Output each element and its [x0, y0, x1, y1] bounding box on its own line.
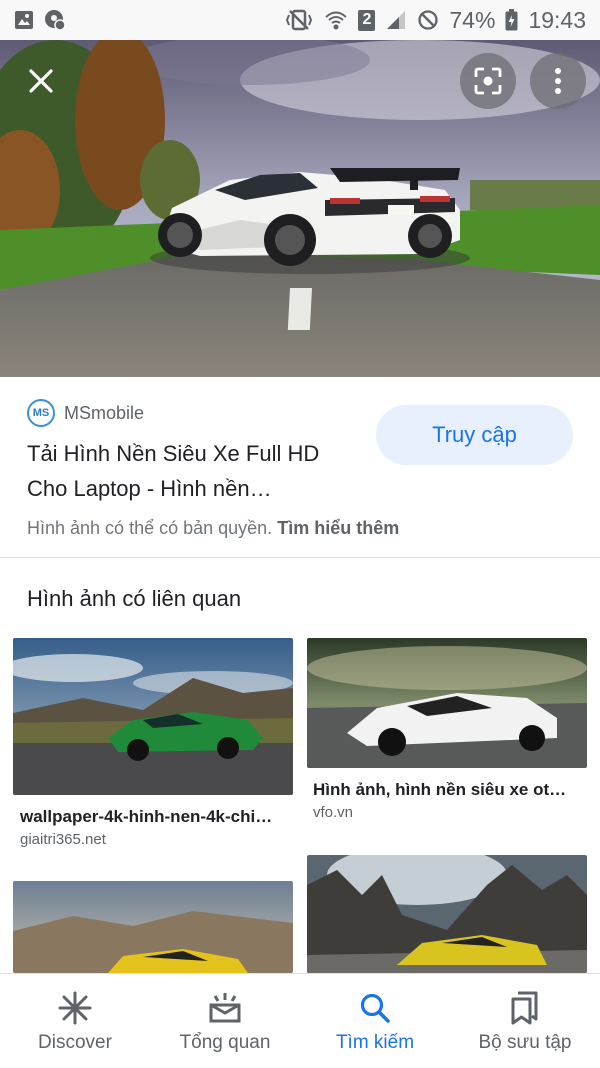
nav-discover[interactable]: Discover	[0, 974, 150, 1054]
nav-search[interactable]: Tìm kiếm	[300, 974, 450, 1054]
signal-icon	[385, 9, 407, 31]
battery-icon	[505, 9, 518, 31]
nav-label: Discover	[38, 1032, 112, 1053]
related-site-1: giaitri365.net	[20, 831, 106, 848]
copyright-text: Hình ảnh có thể có bản quyền.	[27, 518, 273, 538]
nav-label: Tổng quan	[179, 1032, 271, 1053]
close-button[interactable]	[13, 53, 69, 109]
related-title-1[interactable]: wallpaper-4k-hinh-nen-4k-chi…	[20, 807, 272, 827]
source-name: MSmobile	[64, 402, 145, 423]
source[interactable]: MS MSmobile	[27, 399, 144, 427]
source-logo: MS	[27, 399, 55, 427]
status-bar: 2 74% 19:43	[0, 0, 600, 40]
more-options-button[interactable]	[530, 53, 586, 109]
vibrate-icon	[284, 9, 314, 31]
bottom-navigation: Discover Tổng quan Tìm kiếm Bộ sưu tập	[0, 973, 600, 1068]
location-icon	[44, 9, 66, 31]
nav-updates[interactable]: Tổng quan	[150, 974, 300, 1054]
related-image-1[interactable]	[13, 638, 293, 795]
copyright-notice: Hình ảnh có thể có bản quyền. Tìm hiểu t…	[27, 518, 399, 539]
updates-icon	[207, 990, 243, 1026]
collections-icon	[510, 990, 540, 1026]
search-icon	[359, 990, 391, 1026]
wifi-icon	[324, 9, 348, 31]
sim-badge: 2	[358, 9, 376, 31]
asterisk-icon	[58, 990, 92, 1026]
related-image-3[interactable]	[13, 881, 293, 973]
nav-label: Tìm kiếm	[335, 1032, 415, 1053]
nav-label: Bộ sưu tập	[478, 1032, 572, 1053]
do-not-disturb-icon	[417, 9, 439, 31]
nav-collections[interactable]: Bộ sưu tập	[450, 974, 600, 1054]
related-site-2: vfo.vn	[313, 804, 354, 821]
lens-icon	[473, 66, 503, 96]
close-icon	[27, 67, 55, 95]
result-title[interactable]: Tải Hình Nền Siêu Xe Full HD Cho Laptop …	[27, 436, 357, 506]
more-vert-icon	[553, 67, 563, 95]
related-image-4[interactable]	[307, 855, 587, 973]
clock: 19:43	[528, 6, 586, 33]
related-image-2[interactable]	[307, 638, 587, 768]
battery-percent: 74%	[449, 6, 496, 33]
visit-button[interactable]: Truy cập	[376, 405, 573, 465]
related-heading: Hình ảnh có liên quan	[27, 586, 242, 611]
image-icon	[14, 10, 34, 30]
main-image[interactable]	[0, 40, 600, 377]
divider	[0, 557, 600, 558]
lens-button[interactable]	[460, 53, 516, 109]
learn-more-link[interactable]: Tìm hiểu thêm	[277, 518, 399, 538]
related-title-2[interactable]: Hình ảnh, hình nền siêu xe ot…	[313, 780, 566, 800]
